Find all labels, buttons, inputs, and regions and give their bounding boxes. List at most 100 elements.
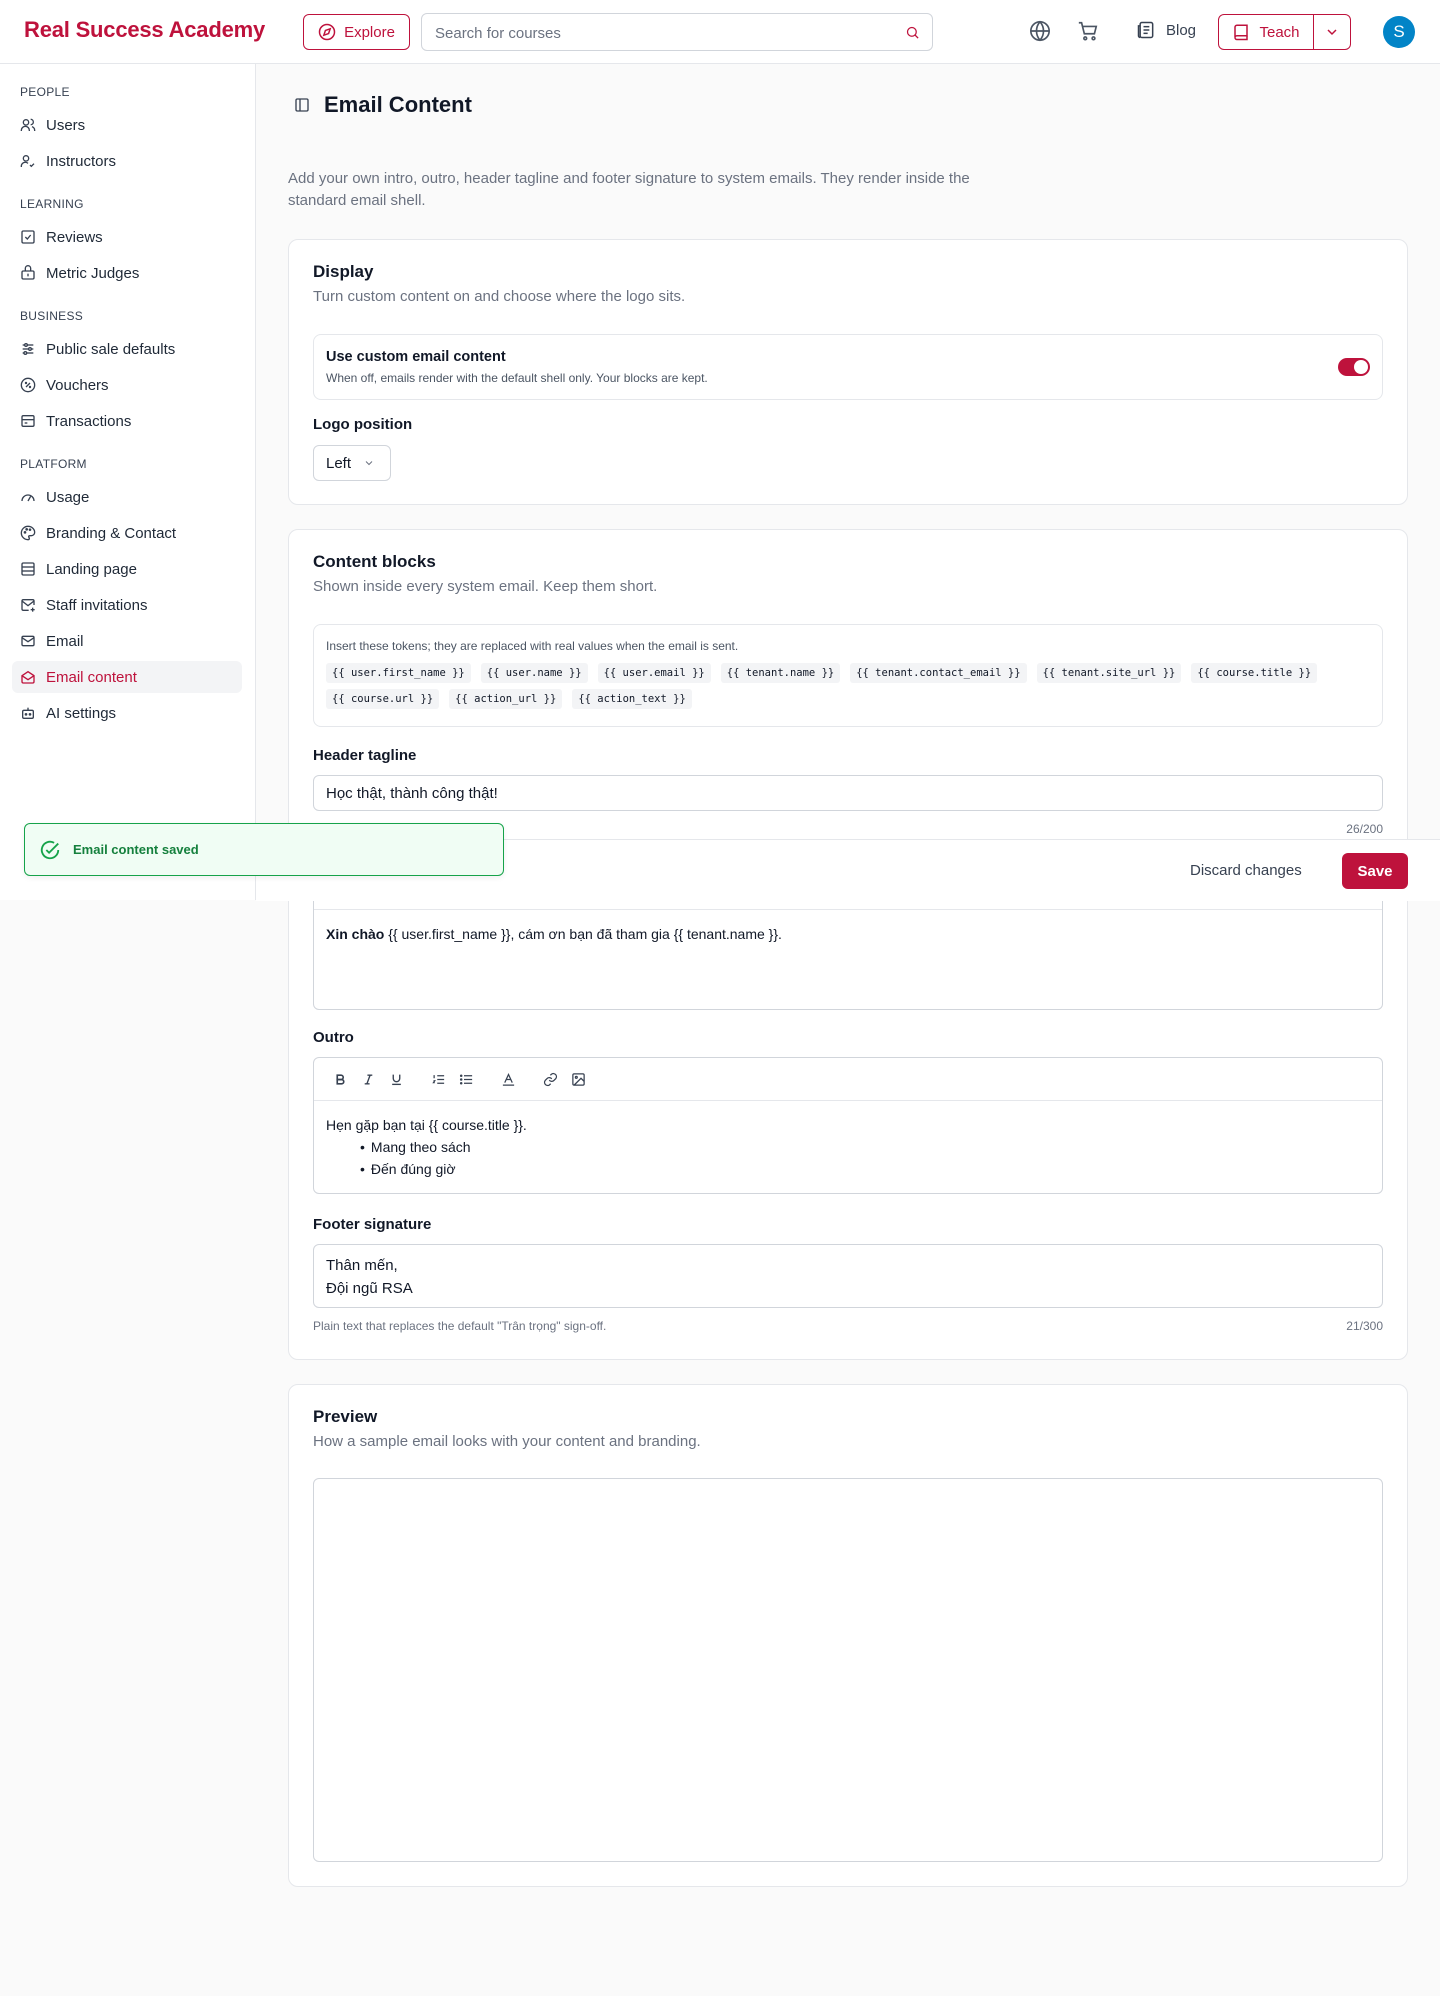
users-icon	[20, 117, 36, 133]
bold-icon[interactable]	[326, 1065, 354, 1093]
gauge-icon	[20, 489, 36, 505]
token-chip[interactable]: {{ user.name }}	[480, 663, 588, 683]
token-chip[interactable]: {{ course.title }}	[1191, 663, 1318, 683]
toggle-title: Use custom email content	[326, 349, 506, 365]
sidebar-section-platform: PLATFORM	[20, 457, 87, 471]
footer-line: Thân mến,	[326, 1257, 398, 1274]
custom-content-toggle[interactable]	[1338, 358, 1370, 376]
bullet-list-icon[interactable]	[452, 1065, 480, 1093]
receipt-icon	[20, 413, 36, 429]
mail-plus-icon	[20, 597, 36, 613]
outro-bullet-list: Mang theo sách Đến đúng giờ	[326, 1136, 1370, 1180]
sidebar-item-metric-judges[interactable]: Metric Judges	[12, 257, 242, 289]
footer-signature-textarea[interactable]: Thân mến, Đội ngũ RSA	[313, 1244, 1383, 1308]
check-circle-icon	[39, 839, 61, 861]
intro-greeting: Xin chào	[326, 926, 385, 942]
text-color-icon[interactable]	[494, 1065, 522, 1093]
token-chip[interactable]: {{ course.url }}	[326, 689, 440, 709]
sidebar-item-label: Metric Judges	[46, 264, 140, 282]
logo-position-label: Logo position	[313, 416, 413, 433]
sidebar-item-staff-invitations[interactable]: Staff invitations	[12, 589, 242, 621]
sidebar-item-public-sale-defaults[interactable]: Public sale defaults	[12, 333, 242, 365]
sidebar-section-learning: LEARNING	[20, 197, 84, 211]
search-icon[interactable]	[905, 25, 920, 40]
sidebar-section-people: PEOPLE	[20, 85, 70, 99]
chevron-down-icon	[363, 457, 375, 469]
toast-message: Email content saved	[73, 842, 199, 857]
sidebar-item-label: Usage	[46, 488, 90, 506]
brand-logo[interactable]: Real Success Academy	[24, 17, 265, 43]
preview-subtitle: How a sample email looks with your conte…	[313, 1433, 701, 1450]
footer-signature-counter: 21/300	[1346, 1319, 1383, 1333]
blog-label: Blog	[1166, 21, 1197, 39]
token-chip[interactable]: {{ user.first_name }}	[326, 663, 471, 683]
page-intro: Add your own intro, outro, header taglin…	[288, 170, 970, 209]
sidebar-item-vouchers[interactable]: Vouchers	[12, 369, 242, 401]
sidebar-item-email-content[interactable]: Email content	[12, 661, 242, 693]
token-chip[interactable]: {{ tenant.name }}	[720, 663, 841, 683]
sidebar-item-label: Instructors	[46, 152, 117, 170]
preview-title: Preview	[313, 1407, 378, 1426]
italic-icon[interactable]	[354, 1065, 382, 1093]
save-button[interactable]: Save	[1342, 853, 1408, 889]
bot-icon	[20, 705, 36, 721]
token-chip[interactable]: {{ tenant.site_url }}	[1036, 663, 1182, 683]
token-chip[interactable]: {{ user.email }}	[597, 663, 711, 683]
display-card: Display Turn custom content on and choos…	[288, 239, 1408, 505]
globe-icon[interactable]	[1029, 20, 1051, 42]
link-icon[interactable]	[536, 1065, 564, 1093]
teach-dropdown-toggle[interactable]	[1314, 15, 1350, 49]
search-input[interactable]: Search for courses	[421, 13, 933, 51]
instructor-icon	[20, 153, 36, 169]
sidebar-item-email[interactable]: Email	[12, 625, 242, 657]
discard-changes-button[interactable]: Discard changes	[1190, 862, 1302, 879]
sidebar-item-label: Users	[46, 116, 86, 134]
underline-icon[interactable]	[382, 1065, 410, 1093]
header-tagline-input[interactable]: Học thật, thành công thật!	[313, 775, 1383, 811]
outro-editor-toolbar	[314, 1058, 1382, 1101]
teach-split-button: Teach	[1218, 14, 1351, 50]
teach-button[interactable]: Teach	[1219, 15, 1314, 49]
intro-editor-content[interactable]: Xin chào {{ user.first_name }}, cám ơn b…	[314, 910, 1382, 958]
sidebar-item-reviews[interactable]: Reviews	[12, 221, 242, 253]
header-tagline-value: Học thật, thành công thật!	[326, 785, 498, 802]
sidebar-item-users[interactable]: Users	[12, 109, 242, 141]
blog-link[interactable]: Blog	[1136, 20, 1196, 40]
search-placeholder: Search for courses	[435, 25, 561, 42]
sidebar-item-label: Reviews	[46, 228, 103, 246]
token-chip[interactable]: {{ tenant.contact_email }}	[850, 663, 1027, 683]
sidebar-item-transactions[interactable]: Transactions	[12, 405, 242, 437]
ordered-list-icon[interactable]	[424, 1065, 452, 1093]
cart-icon[interactable]	[1077, 20, 1099, 42]
compass-icon	[318, 23, 336, 41]
sidebar-item-label: Transactions	[46, 412, 132, 430]
logo-position-value: Left	[326, 454, 352, 472]
explore-button[interactable]: Explore	[303, 14, 410, 50]
page-title: Email Content	[324, 92, 472, 117]
palette-icon	[20, 525, 36, 541]
reviews-icon	[20, 229, 36, 245]
sidebar-item-instructors[interactable]: Instructors	[12, 145, 242, 177]
outro-editor-content[interactable]: Hẹn gặp bạn tại {{ course.title }}. Mang…	[314, 1101, 1382, 1193]
token-chip[interactable]: {{ action_text }}	[572, 689, 692, 709]
token-chip[interactable]: {{ action_url }}	[449, 689, 563, 709]
sidebar-item-landing-page[interactable]: Landing page	[12, 553, 242, 585]
sidebar-item-ai-settings[interactable]: AI settings	[12, 697, 242, 729]
tagline-counter: 26/200	[1346, 822, 1383, 836]
logo-position-select[interactable]: Left	[313, 445, 391, 481]
image-icon[interactable]	[564, 1065, 592, 1093]
content-blocks-subtitle: Shown inside every system email. Keep th…	[313, 578, 658, 595]
email-preview-frame[interactable]	[313, 1478, 1383, 1862]
sidebar: PEOPLE Users Instructors LEARNING Review…	[0, 64, 256, 900]
outro-editor: Hẹn gặp bạn tại {{ course.title }}. Mang…	[313, 1057, 1383, 1194]
footer-line: Đội ngũ RSA	[326, 1280, 413, 1297]
avatar[interactable]: S	[1383, 16, 1415, 48]
sidebar-item-label: AI settings	[46, 704, 117, 722]
mail-open-icon	[20, 669, 36, 685]
sidebar-toggle-icon[interactable]	[294, 97, 310, 113]
sidebar-item-usage[interactable]: Usage	[12, 481, 242, 513]
display-title: Display	[313, 262, 374, 281]
preview-card: Preview How a sample email looks with yo…	[288, 1384, 1408, 1887]
scale-icon	[20, 265, 36, 281]
sidebar-item-branding-contact[interactable]: Branding & Contact	[12, 517, 242, 549]
